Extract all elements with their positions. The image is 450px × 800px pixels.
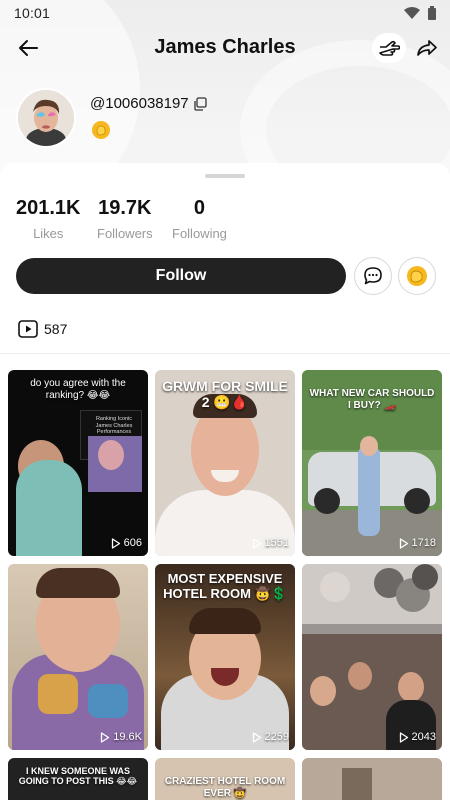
chat-bubble-icon	[364, 267, 382, 285]
video-play-count: 1551	[252, 537, 289, 549]
video-tile[interactable]: 19.6K	[8, 564, 148, 750]
stat-likes: 201.1K Likes	[16, 197, 81, 241]
video-caption: MOST EXPENSIVE HOTEL ROOM 🤠💲	[163, 571, 287, 601]
drag-handle[interactable]	[205, 174, 245, 178]
video-play-count-value: 606	[123, 537, 142, 549]
video-play-count: 2043	[399, 731, 436, 743]
video-play-count: 2259	[252, 731, 289, 743]
video-tile[interactable]: 2043	[302, 564, 442, 750]
video-caption: do you agree with the ranking? 😂😂	[30, 378, 126, 401]
stat-followers[interactable]: 19.7K Followers	[97, 197, 153, 241]
video-tile[interactable]: I KNEW SOMEONE WAS GOING TO POST THIS 😂😂	[8, 758, 148, 800]
poke-button[interactable]	[372, 33, 406, 63]
play-square-icon	[18, 320, 38, 338]
gift-emoji-button[interactable]	[398, 257, 436, 295]
stat-followers-value: 19.7K	[98, 197, 152, 219]
video-play-count-value: 19.6K	[113, 731, 142, 743]
stat-likes-value: 201.1K	[16, 197, 81, 219]
play-icon	[252, 537, 261, 549]
avatar[interactable]	[16, 88, 76, 148]
video-caption: GRWM FOR SMILE 2 😬🩸	[162, 378, 288, 411]
video-play-count-value: 1551	[264, 537, 289, 549]
video-caption: CRAZIEST HOTEL ROOM EVER 🤠	[164, 776, 286, 799]
video-play-count-value: 1718	[411, 537, 436, 549]
video-caption: I KNEW SOMEONE WAS GOING TO POST THIS 😂😂	[18, 766, 138, 787]
user-handle: @1006038197	[90, 95, 207, 112]
pointing-hand-icon	[379, 40, 400, 56]
copy-handle-button[interactable]	[193, 96, 207, 111]
battery-icon	[428, 6, 436, 20]
message-button[interactable]	[354, 257, 392, 295]
waving-hand-icon	[96, 125, 106, 136]
stat-following-label: Following	[172, 226, 227, 241]
video-play-count: 1718	[399, 537, 436, 549]
video-count: 587	[18, 320, 67, 338]
share-arrow-icon	[417, 40, 437, 56]
video-tile[interactable]: WHAT NEW CAR SHOULD I BUY? 🏎️ 1718	[302, 370, 442, 556]
stat-following-value: 0	[193, 197, 206, 219]
video-play-count: 19.6K	[100, 731, 142, 743]
video-tile[interactable]: CRAZIEST HOTEL ROOM EVER 🤠	[155, 758, 295, 800]
video-inner-text: Ranking Iconic James Charles Performance…	[95, 416, 133, 436]
wifi-icon	[404, 7, 420, 19]
share-button[interactable]	[412, 33, 442, 63]
copy-icon	[194, 96, 207, 111]
status-bar: 10:01	[0, 0, 450, 26]
video-play-count-value: 2043	[411, 731, 436, 743]
follow-button[interactable]: Follow	[16, 258, 346, 294]
emoji-badge	[92, 121, 110, 139]
divider	[0, 353, 450, 354]
play-icon	[399, 537, 408, 549]
video-play-count: 606	[111, 537, 142, 549]
play-icon	[111, 537, 120, 549]
video-tile[interactable]: do you agree with the ranking? 😂😂 Rankin…	[8, 370, 148, 556]
stat-following[interactable]: 0 Following	[172, 197, 227, 241]
video-tile[interactable]: GRWM FOR SMILE 2 😬🩸 1551	[155, 370, 295, 556]
video-caption: WHAT NEW CAR SHOULD I BUY? 🏎️	[309, 388, 435, 411]
play-icon	[101, 731, 110, 743]
video-tile[interactable]: MOST EXPENSIVE HOTEL ROOM 🤠💲 2259	[155, 564, 295, 750]
user-handle-text: @1006038197	[90, 95, 189, 112]
status-time: 10:01	[14, 5, 51, 21]
video-play-count-value: 2259	[264, 731, 289, 743]
video-tile[interactable]	[302, 758, 442, 800]
play-icon	[399, 731, 408, 743]
stat-followers-label: Followers	[97, 226, 153, 241]
video-count-value: 587	[44, 321, 68, 337]
avatar-image	[18, 90, 74, 146]
stat-likes-label: Likes	[33, 226, 64, 241]
top-app-bar: James Charles	[0, 28, 450, 68]
waving-hand-icon	[407, 266, 427, 286]
play-icon	[252, 731, 261, 743]
